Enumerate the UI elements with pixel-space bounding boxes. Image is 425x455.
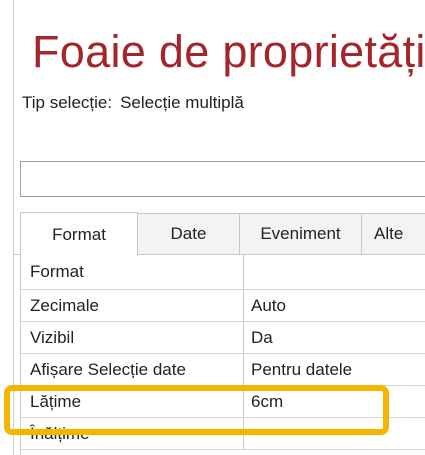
property-value[interactable]: Auto — [243, 290, 425, 321]
left-pane-divider — [13, 0, 14, 455]
property-row-inaltime[interactable]: Înălțime — [21, 418, 425, 450]
property-name: Lățime — [30, 391, 82, 411]
selection-type-row: Tip selecție: Selecție multiplă — [22, 93, 244, 113]
property-name: Zecimale — [30, 295, 99, 315]
property-row-afisare-selectie-date[interactable]: Afișare Selecție date Pentru datele — [21, 354, 425, 386]
tab-date[interactable]: Date — [138, 213, 240, 255]
property-row-latime[interactable]: Lățime 6cm — [21, 386, 425, 418]
property-value[interactable]: Pentru datele — [243, 354, 425, 385]
selection-type-label: Tip selecție: — [22, 93, 113, 112]
property-row-format[interactable]: Format — [21, 255, 425, 290]
property-name: Afișare Selecție date — [30, 359, 186, 379]
property-value[interactable]: Da — [243, 322, 425, 353]
tab-alte[interactable]: Alte — [362, 213, 425, 255]
property-row-vizibil[interactable]: Vizibil Da — [21, 322, 425, 354]
property-value[interactable] — [243, 418, 425, 449]
property-name: Vizibil — [30, 327, 75, 347]
selection-dropdown[interactable] — [20, 161, 425, 197]
property-name: Înălțime — [30, 423, 90, 443]
property-name: Format — [30, 262, 84, 281]
tab-format[interactable]: Format — [20, 212, 138, 256]
property-value[interactable] — [243, 255, 425, 289]
property-value[interactable]: 6cm — [243, 386, 425, 417]
selection-type-value: Selecție multiplă — [120, 93, 244, 112]
property-row-zecimale[interactable]: Zecimale Auto — [21, 290, 425, 322]
property-sheet-title: Foaie de proprietăți — [32, 26, 425, 77]
tab-eveniment[interactable]: Eveniment — [240, 213, 362, 255]
property-grid: Format Zecimale Auto Vizibil Da Afișare … — [20, 255, 425, 455]
